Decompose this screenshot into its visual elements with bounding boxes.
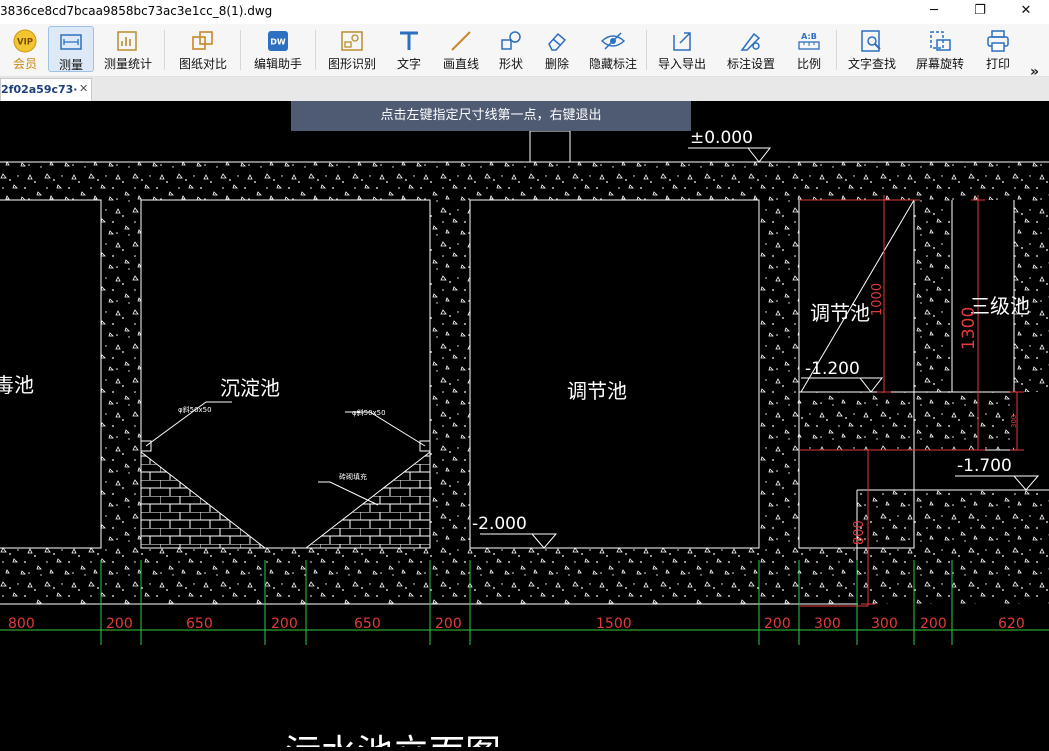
- tank-label: 沉淀池: [220, 376, 280, 400]
- text-search-icon: [861, 30, 881, 52]
- hopper-left: [140, 401, 431, 549]
- bottom-dimension: 200: [271, 616, 298, 632]
- scale-icon: A:B: [798, 32, 820, 50]
- tab-close-icon[interactable]: ✕: [79, 82, 88, 95]
- toolbar-text-search-button[interactable]: 文字查找: [842, 26, 902, 72]
- toolbar-print-button[interactable]: 打印: [978, 26, 1018, 72]
- edit-assistant-icon: DW: [268, 31, 288, 51]
- bottom-dimension: 650: [186, 616, 213, 632]
- toolbar-shape-button[interactable]: 形状: [490, 26, 532, 72]
- toolbar-separator: [315, 30, 316, 70]
- pipe-label: φ斜50x50: [352, 408, 386, 417]
- hide-annotation-icon: [600, 32, 626, 50]
- annotation-settings-icon: [740, 32, 761, 51]
- toolbar-compare-button[interactable]: 图纸对比: [172, 26, 234, 72]
- toolbar-separator: [240, 30, 241, 70]
- svg-text:A:B: A:B: [801, 32, 817, 41]
- text-icon: [400, 31, 418, 50]
- close-button[interactable]: ✕: [1003, 0, 1049, 24]
- toolbar-delete-button[interactable]: 删除: [536, 26, 578, 72]
- drawing-title: 污水池立面图: [285, 733, 501, 747]
- title-bar: 3836ce8cd7bcaa9858bc73ac3e1cc_8(1).dwg ─…: [0, 0, 1049, 24]
- drawing-canvas[interactable]: 毒池 沉淀池 调节池 调节池 三级池 ±0.000 -1.200 -2.000 …: [0, 101, 1049, 751]
- fill-note: 砖砌填充: [339, 472, 367, 481]
- toolbar-import-export-button[interactable]: 导入导出: [653, 26, 711, 72]
- tank-label: 调节池: [567, 379, 627, 403]
- bottom-dimension: 200: [106, 616, 133, 632]
- document-tab[interactable]: 2f02a59c73· ✕: [0, 78, 92, 101]
- toolbar: VIP 会员 测量 测量统计 图纸对比 DW 编辑助手 图形识别 文字 画直线 …: [0, 24, 1049, 80]
- toolbar-measure-button[interactable]: 测量: [48, 26, 94, 72]
- elevation-label: -1.700: [957, 456, 1012, 476]
- bottom-dimension: 1500: [596, 616, 632, 632]
- toolbar-line-button[interactable]: 画直线: [437, 26, 485, 72]
- vertical-dimension: 1300: [959, 307, 979, 350]
- bottom-dimension: 200: [764, 616, 791, 632]
- instruction-tooltip: 点击左键指定尺寸线第一点，右键退出: [291, 101, 691, 131]
- toolbar-annotation-settings-button[interactable]: 标注设置: [722, 26, 780, 72]
- toolbar-separator: [646, 30, 647, 70]
- bottom-dimension: 620: [998, 616, 1025, 632]
- vertical-dimension: 800: [852, 520, 867, 545]
- pipe-label: φ斜50x50: [178, 405, 212, 414]
- tank-label: 调节池: [810, 301, 870, 325]
- bottom-dimension: 300: [871, 616, 898, 632]
- line-icon: [451, 31, 471, 51]
- toolbar-scale-button[interactable]: A:B 比例: [788, 26, 830, 72]
- tab-bar: 2f02a59c73· ✕: [0, 77, 1049, 101]
- eraser-icon: [548, 32, 567, 51]
- toolbar-measure-stats-button[interactable]: 测量统计: [98, 26, 158, 72]
- measure-stats-icon: [117, 31, 137, 51]
- bottom-dimension: 650: [354, 616, 381, 632]
- shape-recognition-icon: [341, 31, 363, 51]
- toolbar-text-button[interactable]: 文字: [387, 26, 431, 72]
- tab-label: 2f02a59c73·: [1, 83, 78, 96]
- compare-icon: [192, 31, 213, 50]
- minimize-button[interactable]: ─: [911, 0, 957, 24]
- window-title: 3836ce8cd7bcaa9858bc73ac3e1cc_8(1).dwg: [0, 4, 273, 18]
- toolbar-separator: [836, 30, 837, 70]
- toolbar-edit-assistant-button[interactable]: DW 编辑助手: [247, 26, 309, 72]
- vip-icon: VIP: [13, 29, 37, 53]
- toolbar-vip-button[interactable]: VIP 会员: [2, 26, 48, 72]
- toolbar-rotate-screen-button[interactable]: 屏幕旋转: [910, 26, 970, 72]
- toolbar-separator: [164, 30, 165, 70]
- vertical-dimension: 1000: [870, 283, 885, 316]
- elevation-label: ±0.000: [690, 128, 753, 148]
- shape-icon: [501, 31, 521, 50]
- measure-icon: [60, 34, 82, 50]
- bottom-dimension: 300: [814, 616, 841, 632]
- toolbar-hide-annotation-button[interactable]: 隐藏标注: [584, 26, 642, 72]
- svg-text:DW: DW: [270, 38, 286, 47]
- tank-label: 毒池: [0, 373, 34, 397]
- elevation-label: -1.200: [805, 359, 860, 379]
- toolbar-shape-recognition-button[interactable]: 图形识别: [322, 26, 382, 72]
- bottom-dimension: 200: [435, 616, 462, 632]
- rotate-screen-icon: [930, 31, 951, 51]
- elevation-label: -2.000: [472, 514, 527, 534]
- import-export-icon: [673, 32, 691, 51]
- svg-text:VIP: VIP: [17, 38, 33, 48]
- vertical-dimension: 300: [1010, 415, 1018, 428]
- bottom-dimension: 200: [920, 616, 947, 632]
- maximize-button[interactable]: ❐: [957, 0, 1003, 24]
- tank-label: 三级池: [970, 294, 1030, 318]
- print-icon: [987, 30, 1009, 52]
- bottom-dimension: 800: [8, 616, 35, 632]
